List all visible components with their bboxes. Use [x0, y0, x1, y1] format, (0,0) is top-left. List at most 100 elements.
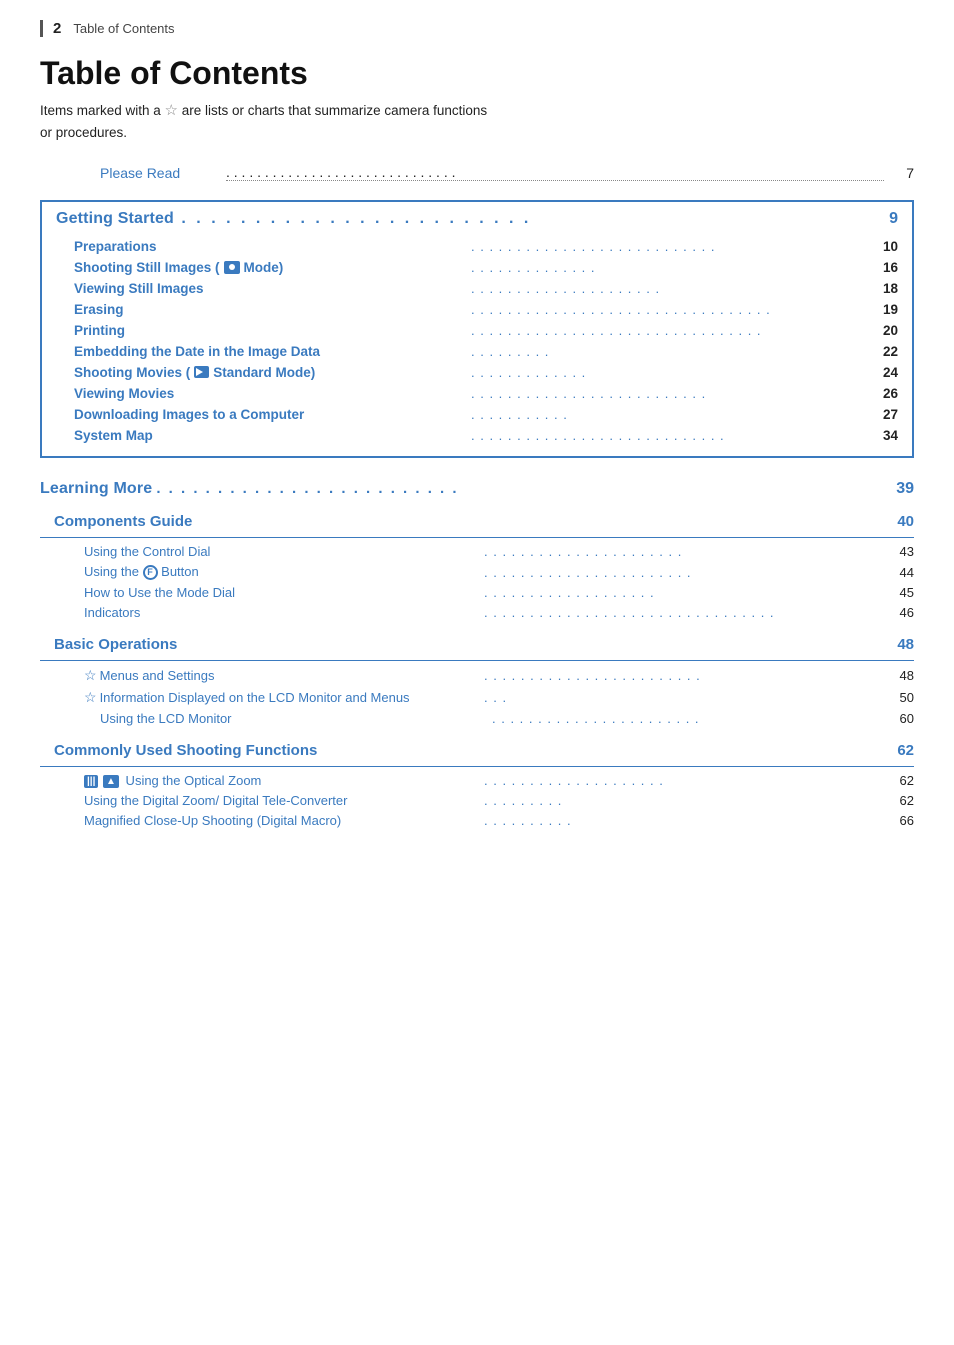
toc-row-indicators[interactable]: Indicators . . . . . . . . . . . . . . .…: [40, 603, 914, 623]
components-guide-header[interactable]: Components Guide 40: [40, 508, 914, 535]
printing-page: 20: [868, 323, 898, 338]
control-dial-dots: . . . . . . . . . . . . . . . . . . . . …: [484, 544, 884, 559]
toc-row-optical-zoom[interactable]: ||| ▲ Using the Optical Zoom . . . . . .…: [40, 771, 914, 791]
page-header: 2 Table of Contents: [40, 20, 914, 37]
shooting-movies-dots: . . . . . . . . . . . . .: [471, 365, 868, 380]
indicators-page: 46: [884, 605, 914, 620]
preparations-dots: . . . . . . . . . . . . . . . . . . . . …: [471, 239, 868, 254]
indicators-dots: . . . . . . . . . . . . . . . . . . . . …: [484, 605, 884, 620]
toc-row-func-button[interactable]: Using the F Button . . . . . . . . . . .…: [40, 562, 914, 583]
lcd-monitor-label: Using the LCD Monitor: [100, 711, 492, 726]
viewing-movies-dots: . . . . . . . . . . . . . . . . . . . . …: [471, 386, 868, 401]
learning-more-header[interactable]: Learning More . . . . . . . . . . . . . …: [40, 480, 914, 498]
optical-zoom-dots: . . . . . . . . . . . . . . . . . . . .: [484, 773, 884, 788]
preparations-label: Preparations: [74, 239, 471, 254]
basic-operations-header[interactable]: Basic Operations 48: [40, 631, 914, 658]
digital-macro-page: 66: [884, 813, 914, 828]
digital-macro-label: Magnified Close-Up Shooting (Digital Mac…: [84, 813, 484, 828]
embedding-date-page: 22: [868, 344, 898, 359]
func-button-label: Using the F Button: [84, 564, 484, 580]
please-read-label[interactable]: Please Read: [100, 165, 220, 181]
digital-zoom-dots: . . . . . . . . .: [484, 793, 884, 808]
control-dial-page: 43: [884, 544, 914, 559]
star-bullet-info: ☆: [84, 689, 97, 705]
shooting-movies-text: Shooting Movies (: [74, 365, 190, 380]
intro-text: Items marked with a: [40, 103, 165, 118]
toc-intro: Items marked with a ☆ are lists or chart…: [40, 100, 914, 143]
toc-row-info-lcd[interactable]: ☆Information Displayed on the LCD Monito…: [40, 687, 914, 709]
getting-started-section: Getting Started . . . . . . . . . . . . …: [40, 200, 914, 458]
preparations-page: 10: [868, 239, 898, 254]
please-read-page: 7: [890, 165, 914, 181]
movie-icon: [194, 366, 209, 378]
lcd-monitor-dots: . . . . . . . . . . . . . . . . . . . . …: [492, 711, 884, 726]
learning-more-title: Learning More: [40, 480, 152, 498]
shooting-functions-divider: [40, 766, 914, 767]
toc-row-viewing-still[interactable]: Viewing Still Images . . . . . . . . . .…: [42, 278, 912, 299]
components-guide-page: 40: [897, 513, 914, 530]
toc-row-digital-macro[interactable]: Magnified Close-Up Shooting (Digital Mac…: [40, 811, 914, 831]
func-button-dots: . . . . . . . . . . . . . . . . . . . . …: [484, 565, 884, 580]
components-guide-divider: [40, 537, 914, 538]
printing-dots: . . . . . . . . . . . . . . . . . . . . …: [471, 323, 868, 338]
getting-started-page: 9: [889, 210, 898, 228]
learning-more-section: Learning More . . . . . . . . . . . . . …: [40, 480, 914, 831]
mode-dial-label: How to Use the Mode Dial: [84, 585, 484, 600]
page-number: 2: [53, 20, 61, 37]
please-read-section[interactable]: Please Read . . . . . . . . . . . . . . …: [40, 165, 914, 182]
info-lcd-page: 50: [884, 690, 914, 705]
toc-row-system-map[interactable]: System Map . . . . . . . . . . . . . . .…: [42, 425, 912, 446]
toc-row-printing[interactable]: Printing . . . . . . . . . . . . . . . .…: [42, 320, 912, 341]
lcd-monitor-page: 60: [884, 711, 914, 726]
mode-dial-dots: . . . . . . . . . . . . . . . . . . .: [484, 585, 884, 600]
control-dial-label: Using the Control Dial: [84, 544, 484, 559]
toc-row-mode-dial[interactable]: How to Use the Mode Dial . . . . . . . .…: [40, 583, 914, 603]
printing-label: Printing: [74, 323, 471, 338]
star-bullet-menus: ☆: [84, 667, 97, 683]
shooting-functions-header[interactable]: Commonly Used Shooting Functions 62: [40, 737, 914, 764]
menus-settings-label: ☆Menus and Settings: [84, 667, 484, 684]
shooting-still-page: 16: [868, 260, 898, 275]
getting-started-header[interactable]: Getting Started . . . . . . . . . . . . …: [42, 202, 912, 236]
func-button-page: 44: [884, 565, 914, 580]
func-button-icon: F: [143, 565, 158, 580]
toc-row-erasing[interactable]: Erasing . . . . . . . . . . . . . . . . …: [42, 299, 912, 320]
toc-row-shooting-movies[interactable]: Shooting Movies ( Standard Mode) . . . .…: [42, 362, 912, 383]
digital-macro-dots: . . . . . . . . . .: [484, 813, 884, 828]
toc-row-viewing-movies[interactable]: Viewing Movies . . . . . . . . . . . . .…: [42, 383, 912, 404]
viewing-still-dots: . . . . . . . . . . . . . . . . . . . . …: [471, 281, 868, 296]
optical-zoom-label: ||| ▲ Using the Optical Zoom: [84, 773, 484, 788]
embedding-date-label: Embedding the Date in the Image Data: [74, 344, 471, 359]
shooting-still-text2: Mode): [244, 260, 284, 275]
shooting-movies-page: 24: [868, 365, 898, 380]
toc-row-downloading[interactable]: Downloading Images to a Computer . . . .…: [42, 404, 912, 425]
star-icon: ☆: [165, 100, 178, 123]
shooting-movies-label: Shooting Movies ( Standard Mode): [74, 365, 471, 380]
components-guide-block: Components Guide 40 Using the Control Di…: [40, 508, 914, 623]
menus-settings-page: 48: [884, 668, 914, 683]
shooting-functions-block: Commonly Used Shooting Functions 62 ||| …: [40, 737, 914, 831]
toc-row-menus-settings[interactable]: ☆Menus and Settings . . . . . . . . . . …: [40, 665, 914, 687]
toc-row-preparations[interactable]: Preparations . . . . . . . . . . . . . .…: [42, 236, 912, 257]
toc-row-embedding-date[interactable]: Embedding the Date in the Image Data . .…: [42, 341, 912, 362]
toc-row-digital-zoom[interactable]: Using the Digital Zoom/ Digital Tele-Con…: [40, 791, 914, 811]
system-map-label: System Map: [74, 428, 471, 443]
basic-operations-divider: [40, 660, 914, 661]
shooting-still-dots: . . . . . . . . . . . . . .: [471, 260, 868, 275]
camera-icon: [224, 261, 240, 274]
please-read-dots: . . . . . . . . . . . . . . . . . . . . …: [226, 164, 884, 181]
zoom-icon-tele: ▲: [103, 775, 119, 788]
menus-settings-dots: . . . . . . . . . . . . . . . . . . . . …: [484, 668, 884, 683]
system-map-dots: . . . . . . . . . . . . . . . . . . . . …: [471, 428, 868, 443]
info-lcd-label: ☆Information Displayed on the LCD Monito…: [84, 689, 484, 706]
toc-row-control-dial[interactable]: Using the Control Dial . . . . . . . . .…: [40, 542, 914, 562]
getting-started-title: Getting Started . . . . . . . . . . . . …: [56, 210, 889, 228]
viewing-movies-page: 26: [868, 386, 898, 401]
toc-row-lcd-monitor[interactable]: Using the LCD Monitor . . . . . . . . . …: [40, 709, 914, 729]
learning-more-page: 39: [896, 480, 914, 498]
viewing-still-label: Viewing Still Images: [74, 281, 471, 296]
viewing-still-page: 18: [868, 281, 898, 296]
toc-row-shooting-still[interactable]: Shooting Still Images ( Mode) . . . . . …: [42, 257, 912, 278]
downloading-label: Downloading Images to a Computer: [74, 407, 471, 422]
erasing-dots: . . . . . . . . . . . . . . . . . . . . …: [471, 302, 868, 317]
